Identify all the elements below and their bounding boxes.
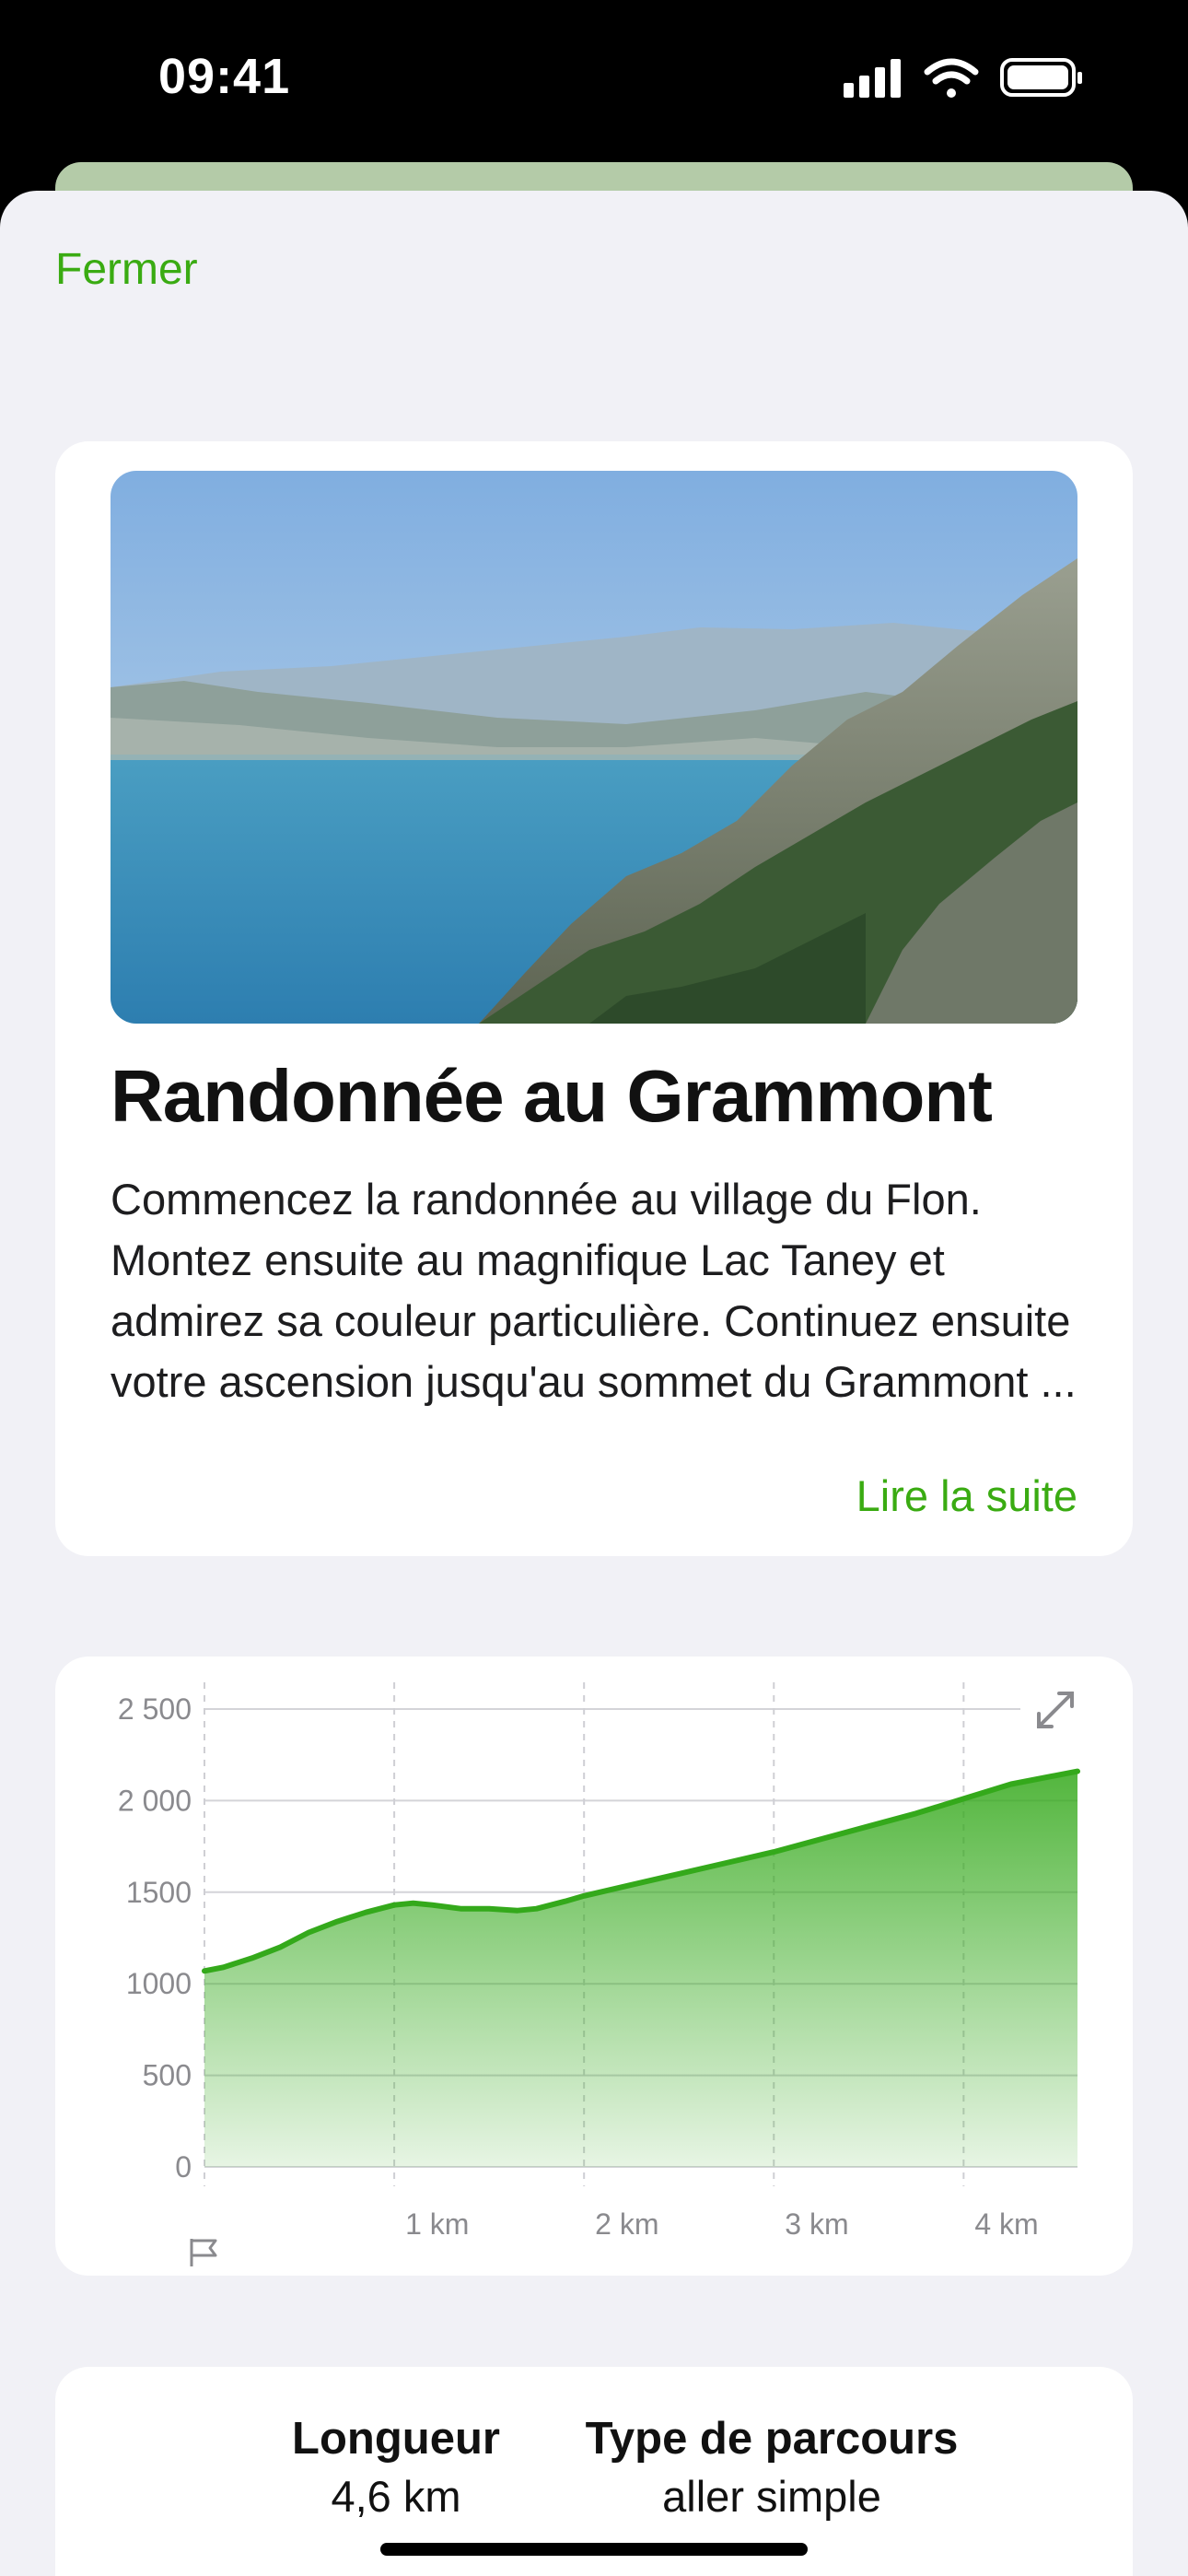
hike-photo bbox=[111, 471, 1077, 1024]
expand-icon[interactable] bbox=[1037, 1692, 1074, 1728]
status-icons bbox=[840, 55, 1089, 101]
close-button[interactable]: Fermer bbox=[55, 244, 198, 295]
read-more-link[interactable]: Lire la suite bbox=[856, 1470, 1077, 1521]
x-tick-label: 3 km bbox=[785, 2207, 848, 2241]
home-indicator bbox=[380, 2543, 808, 2556]
status-bar: 09:41 bbox=[0, 0, 1188, 166]
hike-description: Commencez la randonnée au village du Flo… bbox=[111, 1175, 1077, 1406]
hike-detail-sheet: Fermer Randonnée au Grammont Commencez l… bbox=[0, 191, 1188, 2576]
x-tick-label: 1 km bbox=[405, 2207, 469, 2241]
y-tick-label: 2 500 bbox=[118, 1692, 192, 1726]
route-type-value: aller simple bbox=[662, 2472, 881, 2521]
y-tick-label: 500 bbox=[143, 2059, 192, 2092]
wifi-icon bbox=[924, 58, 979, 98]
route-type-label: Type de parcours bbox=[585, 2414, 959, 2464]
x-tick-label: 2 km bbox=[595, 2207, 658, 2241]
signal-icon bbox=[844, 59, 901, 98]
elevation-chart: 0 500 1000 1500 2 000 2 500 1 km 2 km 3 km 4 km bbox=[118, 1682, 1080, 2266]
elevation-chart-card: 0 500 1000 1500 2 000 2 500 1 km 2 km 3 km 4 km bbox=[55, 1657, 1133, 2276]
start-flag-icon bbox=[190, 2239, 217, 2266]
y-tick-label: 1500 bbox=[126, 1876, 192, 1909]
length-label: Longueur bbox=[292, 2414, 500, 2464]
y-tick-label: 1000 bbox=[126, 1967, 192, 2000]
y-tick-label: 0 bbox=[175, 2150, 192, 2184]
hike-info-card: Randonnée au Grammont Commencez la rando… bbox=[55, 441, 1133, 1556]
length-value: 4,6 km bbox=[331, 2472, 461, 2521]
hike-title: Randonnée au Grammont bbox=[111, 1055, 993, 1137]
y-tick-label: 2 000 bbox=[118, 1784, 192, 1817]
x-tick-label: 4 km bbox=[974, 2207, 1038, 2241]
elevation-area bbox=[204, 1771, 1077, 2167]
battery-icon bbox=[1000, 58, 1082, 97]
status-time: 09:41 bbox=[158, 49, 291, 104]
